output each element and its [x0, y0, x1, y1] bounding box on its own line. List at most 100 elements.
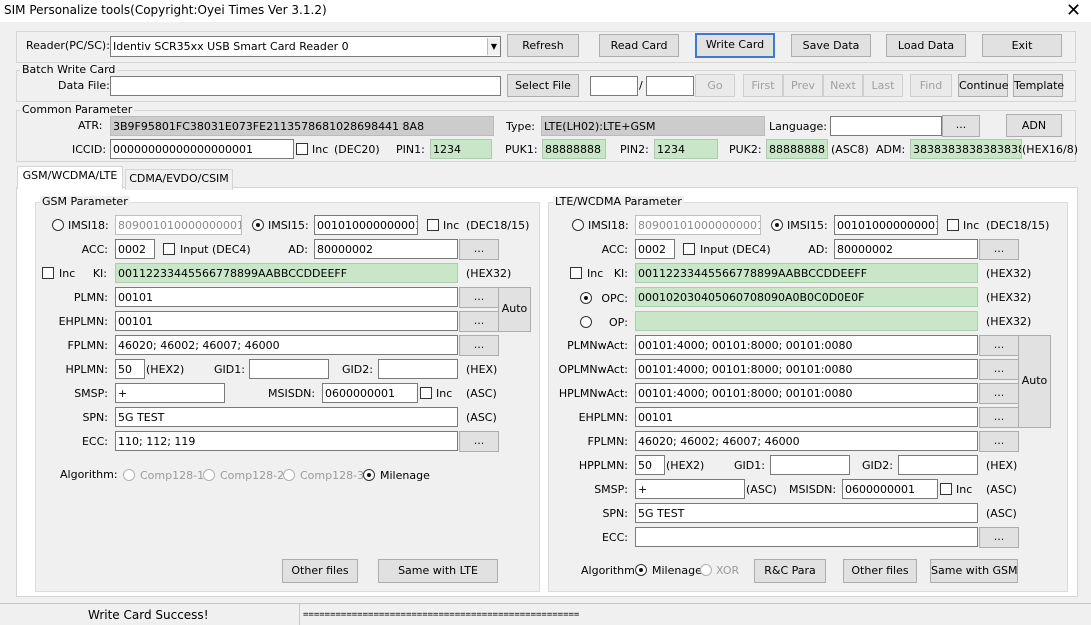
lte-ki-inc-checkbox[interactable]: [570, 267, 582, 279]
lte-imsi15-radio[interactable]: [771, 219, 783, 231]
go-button[interactable]: Go: [695, 74, 735, 97]
lte-other-files-button[interactable]: Other files: [843, 559, 917, 583]
gsm-same-with-lte-button[interactable]: Same with LTE: [378, 559, 498, 583]
lte-msisdn-input[interactable]: 0600000001: [842, 479, 938, 499]
lte-ecc-input[interactable]: [635, 527, 978, 547]
lte-smsp-input[interactable]: +: [635, 479, 745, 499]
close-icon[interactable]: ✕: [1056, 0, 1091, 22]
tab-cdma-evdo-csim[interactable]: CDMA/EVDO/CSIM: [125, 169, 233, 190]
language-input[interactable]: [830, 116, 942, 136]
select-file-button[interactable]: Select File: [507, 74, 579, 97]
gsm-other-files-button[interactable]: Other files: [282, 559, 358, 583]
gsm-ad-button[interactable]: ...: [459, 239, 499, 260]
page-current-input[interactable]: [590, 76, 638, 96]
chevron-down-icon[interactable]: ▼: [487, 38, 500, 55]
lte-hplmnwact-button[interactable]: ...: [979, 383, 1019, 404]
lte-fplmn-button[interactable]: ...: [979, 431, 1019, 452]
gsm-ehplmn-button[interactable]: ...: [459, 311, 499, 332]
lte-xor-radio[interactable]: [700, 564, 712, 576]
load-data-button[interactable]: Load Data: [886, 34, 966, 57]
lte-input-checkbox[interactable]: [683, 243, 695, 255]
gsm-ehplmn-input[interactable]: 00101: [115, 311, 458, 331]
prev-button[interactable]: Prev: [783, 74, 823, 97]
gsm-imsi18-input[interactable]: 809001010000000001: [115, 215, 242, 235]
lte-ehplmn-input[interactable]: 00101: [635, 407, 978, 427]
lte-rc-para-button[interactable]: R&C Para: [754, 559, 826, 583]
page-total-input[interactable]: [646, 76, 694, 96]
puk1-input[interactable]: 88888888: [542, 139, 606, 159]
gsm-fplmn-button[interactable]: ...: [459, 335, 499, 356]
adn-button[interactable]: ADN: [1006, 114, 1062, 137]
gsm-acc-input[interactable]: 0002: [115, 239, 155, 259]
gsm-msisdn-inc-checkbox[interactable]: [420, 387, 432, 399]
exit-button[interactable]: Exit: [982, 34, 1062, 57]
reader-select[interactable]: Identiv SCR35xx USB Smart Card Reader 0: [110, 36, 501, 57]
gsm-comp128-2-radio[interactable]: [203, 469, 215, 481]
gsm-hplmn-input[interactable]: 50: [115, 359, 145, 379]
gsm-imsi-inc-checkbox[interactable]: [427, 219, 439, 231]
lte-milenage-radio[interactable]: [635, 564, 647, 576]
gsm-ecc-button[interactable]: ...: [459, 431, 499, 452]
write-card-button[interactable]: Write Card: [695, 33, 775, 58]
lte-plmnwact-button[interactable]: ...: [979, 335, 1019, 356]
find-button[interactable]: Find: [910, 74, 952, 97]
lte-imsi-inc-checkbox[interactable]: [947, 219, 959, 231]
lte-ki-input[interactable]: 00112233445566778899AABBCCDDEEFF: [635, 263, 978, 283]
lte-spn-input[interactable]: 5G TEST: [635, 503, 978, 523]
lte-ecc-button[interactable]: ...: [979, 527, 1019, 548]
gsm-comp128-1-radio[interactable]: [123, 469, 135, 481]
lte-ehplmn-button[interactable]: ...: [979, 407, 1019, 428]
lte-hpplmn-input[interactable]: 50: [635, 455, 665, 475]
language-browse-button[interactable]: ...: [942, 115, 980, 137]
lte-acc-input[interactable]: 0002: [635, 239, 675, 259]
lte-fplmn-input[interactable]: 46020; 46002; 46007; 46000: [635, 431, 978, 451]
next-button[interactable]: Next: [823, 74, 863, 97]
tab-gsm-wcdma-lte[interactable]: GSM/WCDMA/LTE: [17, 166, 123, 189]
lte-auto-button[interactable]: Auto: [1018, 335, 1051, 428]
lte-op-input[interactable]: [635, 311, 978, 331]
gsm-imsi15-radio[interactable]: [252, 219, 264, 231]
lte-hplmnwact-input[interactable]: 00101:4000; 00101:8000; 00101:0080: [635, 383, 978, 403]
gsm-imsi18-radio[interactable]: [52, 219, 64, 231]
gsm-input-checkbox[interactable]: [163, 243, 175, 255]
first-button[interactable]: First: [743, 74, 783, 97]
gsm-ad-input[interactable]: 80000002: [314, 239, 458, 259]
lte-imsi18-input[interactable]: 809001010000000001: [635, 215, 761, 235]
lte-gid2-input[interactable]: [898, 455, 978, 475]
iccid-input[interactable]: 00000000000000000001: [110, 139, 294, 159]
gsm-ecc-input[interactable]: 110; 112; 119: [115, 431, 458, 451]
template-button[interactable]: Template: [1013, 74, 1064, 97]
gsm-imsi15-input[interactable]: 001010000000001: [314, 215, 418, 235]
continue-button[interactable]: Continue: [958, 74, 1008, 97]
iccid-inc-checkbox[interactable]: [296, 143, 308, 155]
data-file-input[interactable]: [110, 76, 501, 96]
gsm-gid2-input[interactable]: [378, 359, 458, 379]
lte-imsi18-radio[interactable]: [572, 219, 584, 231]
pin1-input[interactable]: 1234: [430, 139, 492, 159]
pin2-input[interactable]: 1234: [654, 139, 718, 159]
lte-plmnwact-input[interactable]: 00101:4000; 00101:8000; 00101:0080: [635, 335, 978, 355]
gsm-comp128-3-radio[interactable]: [283, 469, 295, 481]
gsm-msisdn-input[interactable]: 0600000001: [322, 383, 418, 403]
gsm-milenage-radio[interactable]: [363, 469, 375, 481]
gsm-spn-input[interactable]: 5G TEST: [115, 407, 458, 427]
lte-msisdn-inc-checkbox[interactable]: [940, 483, 952, 495]
gsm-gid1-input[interactable]: [249, 359, 329, 379]
gsm-fplmn-input[interactable]: 46020; 46002; 46007; 46000: [115, 335, 458, 355]
last-button[interactable]: Last: [863, 74, 903, 97]
gsm-ki-input[interactable]: 00112233445566778899AABBCCDDEEFF: [115, 263, 458, 283]
lte-gid1-input[interactable]: [770, 455, 850, 475]
gsm-plmn-input[interactable]: 00101: [115, 287, 458, 307]
lte-same-with-gsm-button[interactable]: Same with GSM: [930, 559, 1018, 583]
adm-input[interactable]: 3838383838383838: [910, 139, 1022, 159]
lte-ad-input[interactable]: 80000002: [834, 239, 978, 259]
lte-ad-button[interactable]: ...: [979, 239, 1019, 260]
gsm-ki-inc-checkbox[interactable]: [42, 267, 54, 279]
refresh-button[interactable]: Refresh: [507, 34, 579, 57]
lte-oplmnwact-button[interactable]: ...: [979, 359, 1019, 380]
gsm-auto-button[interactable]: Auto: [498, 287, 531, 332]
lte-opc-input[interactable]: 000102030405060708090A0B0C0D0E0F: [635, 287, 978, 307]
read-card-button[interactable]: Read Card: [599, 34, 679, 57]
gsm-smsp-input[interactable]: +: [115, 383, 225, 403]
puk2-input[interactable]: 88888888: [766, 139, 828, 159]
